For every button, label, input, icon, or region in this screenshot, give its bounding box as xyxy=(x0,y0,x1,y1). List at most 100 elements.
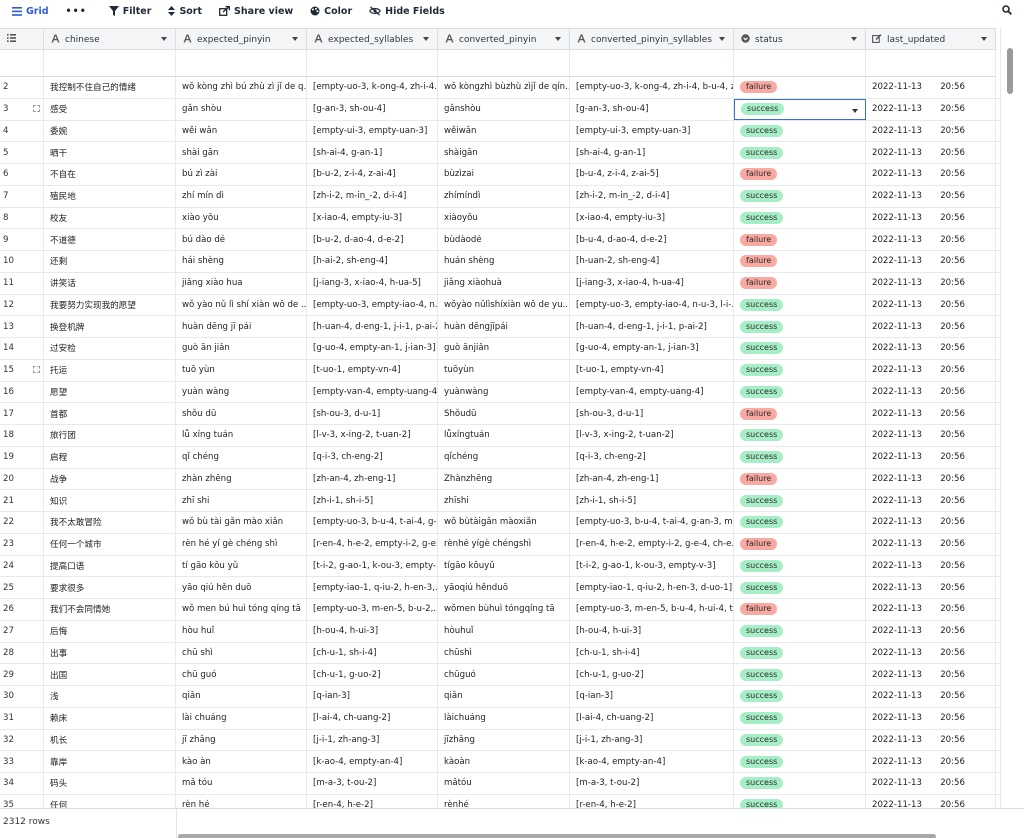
table-row[interactable]: 22 我不太敢冒险 wǒ bù tài gǎn mào xiǎn [empty-uo-… xyxy=(0,512,1000,534)
converted-pinyin-cell[interactable]: jiǎng xiàohuà xyxy=(438,272,570,294)
chinese-cell[interactable]: 托运 xyxy=(44,359,176,381)
row-number[interactable]: 2 xyxy=(0,77,44,98)
expected-syllables-cell[interactable]: [empty-uo-3, m-en-5, b-u-2,... xyxy=(307,599,438,620)
converted-syllables-cell[interactable]: [zh-an-4, zh-eng-1] xyxy=(570,468,734,490)
expected-syllables-cell[interactable]: [h-ou-4, h-ui-3] xyxy=(307,620,438,642)
row-number[interactable]: 10 xyxy=(0,251,44,272)
row-number[interactable]: 34 xyxy=(0,773,44,794)
expected-syllables-cell[interactable]: [q-i-3, ch-eng-2] xyxy=(307,446,438,468)
converted-pinyin-cell[interactable]: guò ānjiǎn xyxy=(438,338,570,359)
row-number[interactable]: 12 xyxy=(0,294,44,316)
search-button[interactable] xyxy=(1002,5,1013,18)
filter-cell[interactable] xyxy=(307,50,438,76)
column-menu-caret-icon[interactable] xyxy=(161,37,167,41)
table-row[interactable]: 28 出事 chū shì [ch-u-1, sh-i-4] chūshì [ch-u-1… xyxy=(0,642,1000,665)
row-number-header[interactable] xyxy=(0,29,44,50)
chinese-cell[interactable]: 校友 xyxy=(44,207,176,229)
converted-pinyin-cell[interactable]: yāoqiú hěnduō xyxy=(438,577,570,598)
row-number[interactable]: 6 xyxy=(0,164,44,185)
last-updated-cell[interactable]: 2022-11-13 20:56 xyxy=(866,642,996,664)
last-updated-cell[interactable]: 2022-11-13 20:56 xyxy=(866,707,996,729)
status-cell[interactable]: failure xyxy=(734,468,866,490)
row-number[interactable]: 23 xyxy=(0,533,44,555)
table-row[interactable]: 29 出国 chū guó [ch-u-1, g-uo-2] chūguó [ch-u-1… xyxy=(0,664,1000,686)
expected-pinyin-cell[interactable]: wěi wǎn xyxy=(176,120,307,142)
converted-pinyin-cell[interactable]: kàoàn xyxy=(438,751,570,772)
filter-cell[interactable] xyxy=(44,50,176,76)
converted-pinyin-cell[interactable]: wǒ bùtàigǎn màoxiǎn xyxy=(438,512,570,533)
expected-syllables-cell[interactable]: [sh-ai-4, g-an-1] xyxy=(307,142,438,163)
expected-pinyin-cell[interactable]: qǐ chéng xyxy=(176,446,307,468)
status-cell[interactable]: success xyxy=(734,120,866,142)
row-number[interactable]: 13 xyxy=(0,316,44,337)
status-cell[interactable]: success xyxy=(734,794,866,808)
status-cell[interactable]: success xyxy=(734,664,866,685)
expected-syllables-cell[interactable]: [m-a-3, t-ou-2] xyxy=(307,773,438,794)
last-updated-cell[interactable]: 2022-11-13 20:56 xyxy=(866,794,996,808)
last-updated-cell[interactable]: 2022-11-13 20:56 xyxy=(866,229,996,250)
chinese-cell[interactable]: 过安检 xyxy=(44,338,176,359)
status-cell[interactable]: success xyxy=(734,381,866,403)
converted-syllables-cell[interactable]: [empty-uo-3, b-u-4, t-ai-4, g-an-3, m-..… xyxy=(570,512,734,533)
column-menu-caret-icon[interactable] xyxy=(292,37,298,41)
chinese-cell[interactable]: 感受 xyxy=(44,98,176,120)
chinese-cell[interactable]: 启程 xyxy=(44,446,176,468)
converted-syllables-cell[interactable]: [empty-van-4, empty-uang-4] xyxy=(570,381,734,403)
table-row[interactable]: 34 码头 mǎ tóu [m-a-3, t-ou-2] mǎtóu [m-a-3, t-… xyxy=(0,773,1000,795)
chinese-cell[interactable]: 战争 xyxy=(44,468,176,490)
chinese-cell[interactable]: 委婉 xyxy=(44,120,176,142)
expected-pinyin-cell[interactable]: rèn hé yí gè chéng shì xyxy=(176,533,307,555)
vertical-scrollbar[interactable] xyxy=(1000,28,1024,808)
expected-syllables-cell[interactable]: [empty-iao-1, q-iu-2, h-en-3,... xyxy=(307,577,438,598)
expected-pinyin-cell[interactable]: lǚ xíng tuán xyxy=(176,425,307,446)
converted-syllables-cell[interactable]: [zh-i-1, sh-i-5] xyxy=(570,490,734,511)
converted-syllables-cell[interactable]: [ch-u-1, g-uo-2] xyxy=(570,664,734,685)
last-updated-cell[interactable]: 2022-11-13 20:56 xyxy=(866,664,996,685)
status-cell[interactable]: success xyxy=(734,751,866,772)
row-number[interactable]: 22 xyxy=(0,512,44,533)
expected-syllables-cell[interactable]: [ch-u-1, sh-i-4] xyxy=(307,642,438,664)
filter-cell[interactable] xyxy=(866,50,996,76)
chinese-cell[interactable]: 愿望 xyxy=(44,381,176,403)
converted-pinyin-cell[interactable]: wǒ kòngzhì bùzhù zìjǐ de qín... xyxy=(438,77,570,98)
expected-syllables-cell[interactable]: [zh-an-4, zh-eng-1] xyxy=(307,468,438,490)
row-number[interactable]: 33 xyxy=(0,751,44,772)
converted-syllables-cell[interactable]: [j-iang-3, x-iao-4, h-ua-4] xyxy=(570,272,734,294)
expected-syllables-cell[interactable]: [g-uo-4, empty-an-1, j-ian-3] xyxy=(307,338,438,359)
table-row[interactable]: 23 任何一个城市 rèn hé yí gè chéng shì [r-en-4, h… xyxy=(0,533,1000,556)
column-menu-caret-icon[interactable] xyxy=(851,37,857,41)
filter-button[interactable]: Filter xyxy=(108,6,151,17)
table-row[interactable]: 27 后悔 hòu huǐ [h-ou-4, h-ui-3] hòuhuǐ [h-ou-4… xyxy=(0,620,1000,643)
expected-pinyin-cell[interactable]: shài gān xyxy=(176,142,307,163)
converted-pinyin-cell[interactable]: wǒmen bùhuì tóngqíng tā xyxy=(438,599,570,620)
column-menu-caret-icon[interactable] xyxy=(423,37,429,41)
chinese-cell[interactable]: 靠岸 xyxy=(44,751,176,772)
chinese-cell[interactable]: 出事 xyxy=(44,642,176,664)
last-updated-cell[interactable]: 2022-11-13 20:56 xyxy=(866,272,996,294)
expected-syllables-cell[interactable]: [r-en-4, h-e-2, empty-i-2, g-e... xyxy=(307,533,438,555)
expected-pinyin-cell[interactable]: bú dào dé xyxy=(176,229,307,250)
status-cell[interactable]: success xyxy=(734,729,866,751)
expected-pinyin-cell[interactable]: wǒ bù tài gǎn mào xiǎn xyxy=(176,512,307,533)
column-header-expected-syllables[interactable]: expected_syllables xyxy=(307,29,438,50)
expected-pinyin-cell[interactable]: huàn dēng jī pái xyxy=(176,316,307,337)
status-cell[interactable]: failure xyxy=(734,77,866,98)
row-number[interactable]: 14 xyxy=(0,338,44,359)
row-number[interactable]: 15 xyxy=(0,359,44,381)
expected-syllables-cell[interactable]: [sh-ou-3, d-u-1] xyxy=(307,403,438,424)
last-updated-cell[interactable]: 2022-11-13 20:56 xyxy=(866,164,996,185)
last-updated-cell[interactable]: 2022-11-13 20:56 xyxy=(866,751,996,772)
table-row[interactable]: 3 感受 gǎn shòu [g-an-3, sh-ou-4] gǎnshòu [g-an… xyxy=(0,98,1000,121)
last-updated-cell[interactable]: 2022-11-13 20:56 xyxy=(866,338,996,359)
last-updated-cell[interactable]: 2022-11-13 20:56 xyxy=(866,599,996,620)
table-row[interactable]: 35 任何 rèn hé [r-en-4, h-e-2] rènhé [r-en-4, h… xyxy=(0,794,1000,808)
filter-cell[interactable] xyxy=(0,50,44,76)
last-updated-cell[interactable]: 2022-11-13 20:56 xyxy=(866,729,996,751)
chinese-cell[interactable]: 要求很多 xyxy=(44,577,176,598)
status-cell[interactable]: failure xyxy=(734,164,866,185)
last-updated-cell[interactable]: 2022-11-13 20:56 xyxy=(866,120,996,142)
converted-syllables-cell[interactable]: [q-i-3, ch-eng-2] xyxy=(570,446,734,468)
expected-pinyin-cell[interactable]: rèn hé xyxy=(176,794,307,808)
status-cell[interactable]: success xyxy=(734,446,866,468)
hide-fields-button[interactable]: Hide Fields xyxy=(369,6,445,17)
